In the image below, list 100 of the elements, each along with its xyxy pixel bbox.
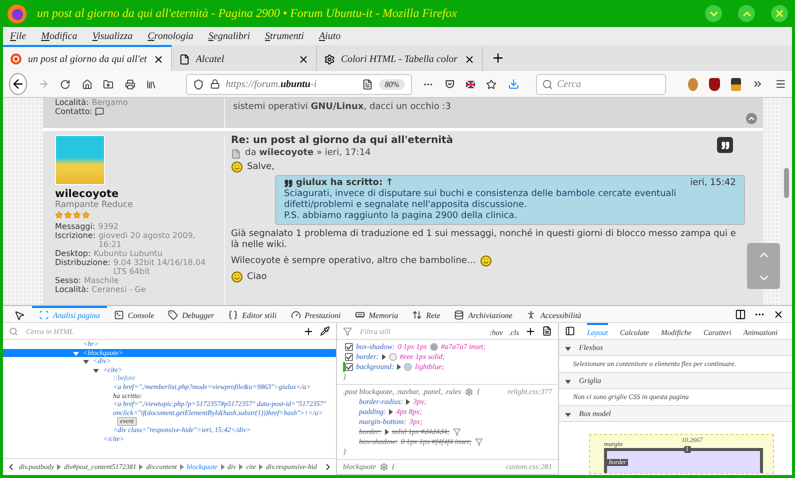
- eyedropper-icon[interactable]: [320, 326, 330, 336]
- home-icon[interactable]: [82, 78, 92, 90]
- field-value: 9.04 32bit 14/16/18.04 LTS 64bit: [113, 258, 207, 276]
- smiley-icon: [231, 271, 243, 283]
- document-icon[interactable]: [542, 326, 552, 336]
- shield-icon[interactable]: [192, 78, 204, 90]
- shield-icon[interactable]: [709, 78, 720, 90]
- search-field[interactable]: Cerca: [536, 74, 666, 94]
- closing-text: Ciao: [247, 272, 267, 282]
- extension-icon[interactable]: [730, 78, 742, 90]
- expand-arrow-icon[interactable]: [565, 380, 571, 384]
- devtools-tab[interactable]: Prestazioni: [284, 306, 348, 322]
- quote-author[interactable]: giulux ha scritto: ↑: [296, 178, 394, 189]
- memory-chip-icon: [354, 310, 365, 320]
- field-value: Bergamo: [92, 98, 129, 107]
- field-value: giovedì 20 agosto 2009, 16:21: [98, 231, 196, 249]
- folder-icon[interactable]: [103, 78, 114, 90]
- menu-item[interactable]: Visualizza: [92, 30, 133, 42]
- menu-item[interactable]: Strumenti: [265, 30, 304, 42]
- up-down-arrows-icon: [412, 310, 422, 320]
- menu-item[interactable]: Modifica: [41, 30, 78, 42]
- devtools-tab[interactable]: Accessibilità: [519, 306, 588, 322]
- database-icon: [454, 310, 464, 320]
- field-label: Sesso:: [55, 276, 81, 285]
- flag-icon[interactable]: [466, 80, 476, 88]
- gauge-icon: [290, 310, 301, 320]
- devtools-tab[interactable]: Editor stili: [221, 306, 284, 322]
- menu-item[interactable]: Segnalibri: [208, 30, 250, 42]
- field-value: Maschile: [84, 276, 120, 285]
- gear-icon[interactable]: [380, 463, 388, 471]
- url-text: https://forum.ubuntu-i: [226, 78, 317, 90]
- download-icon[interactable]: [508, 77, 519, 91]
- sidebar-toggle-icon[interactable]: [565, 326, 575, 336]
- post-title[interactable]: Re: un post al giorno da qui all'eternità: [231, 135, 745, 146]
- devtools-tab[interactable]: Memoria: [348, 306, 406, 322]
- devtools-tab[interactable]: Archiviazione: [447, 306, 520, 322]
- menu-icon[interactable]: [774, 77, 786, 91]
- scan-frame-icon: [39, 310, 49, 320]
- close-button[interactable]: [771, 5, 788, 22]
- pocket-icon[interactable]: [444, 78, 455, 90]
- field-value: Ceranesi - Ge: [92, 285, 147, 294]
- smiley-icon: [231, 161, 243, 173]
- browser-tab[interactable]: un post al giorno da qui all'et: [3, 45, 172, 71]
- add-node-icon[interactable]: [303, 326, 314, 336]
- avatar-picture: [55, 135, 105, 185]
- devtools-tab[interactable]: Debugger: [161, 306, 222, 322]
- document-icon: [231, 148, 241, 158]
- back-button[interactable]: [9, 73, 28, 95]
- signature-text: sistemi operativi GNU/Linux, dacci un occhio :3: [232, 101, 452, 114]
- close-tab-icon[interactable]: [298, 54, 309, 64]
- quote-text: Sciagurati, invece di disputare sui buchi e consistenza delle bambole cercate eventuali difetti/problemi e segnalate nell'apposita discussione.: [284, 189, 678, 211]
- filter-icon[interactable]: [452, 428, 461, 436]
- reload-icon[interactable]: [60, 78, 71, 90]
- gear-icon: [324, 54, 335, 64]
- gear-icon[interactable]: [465, 388, 474, 396]
- color-swatch[interactable]: [388, 353, 397, 361]
- field-value: 9392: [98, 222, 120, 231]
- devtools-tab[interactable]: Console: [106, 306, 162, 322]
- new-tab-icon[interactable]: [490, 51, 505, 65]
- address-bar[interactable]: https://forum.ubuntu-i 80%: [186, 74, 412, 94]
- expand-arrow-icon[interactable]: [389, 409, 394, 415]
- chat-bubble-icon[interactable]: [95, 107, 104, 116]
- quote-button[interactable]: [717, 137, 733, 153]
- add-rule-icon[interactable]: [525, 326, 536, 336]
- menu-item[interactable]: File: [10, 30, 26, 42]
- close-tab-icon[interactable]: [464, 54, 475, 64]
- post-paragraph: Già segnalato 1 problema di traduzione ed 1 sui messaggi, nonché in questi giorni di blocco messo zampa qui e là nelle wiki.: [231, 229, 737, 251]
- quote-time: ieri, 15:42: [690, 178, 736, 189]
- element-picker-icon[interactable]: [14, 310, 25, 320]
- devtools-tab[interactable]: Rete: [405, 306, 448, 322]
- quote-mark-icon: [284, 179, 293, 188]
- expand-arrow-icon[interactable]: [565, 347, 571, 351]
- quote-mark-icon[interactable]: [720, 140, 730, 150]
- field-value: Kubuntu Lubuntu: [94, 249, 164, 258]
- close-icon[interactable]: [773, 308, 784, 320]
- page-icon: [178, 54, 190, 64]
- greeting-text: Salve,: [247, 162, 274, 172]
- window-title: un post al giorno da qui all'eternità - Pagina 2900 • Forum Ubuntu-it - Mozilla Firefox: [37, 6, 458, 21]
- user-rank: Rampante Reduce: [55, 200, 134, 210]
- zoom-level[interactable]: 80%: [378, 78, 406, 90]
- lock-icon: [210, 79, 220, 89]
- expand-arrow-icon[interactable]: [406, 399, 410, 405]
- menu-item[interactable]: Aiuto: [318, 30, 341, 42]
- menu-item[interactable]: Cronologia: [148, 30, 194, 42]
- field-label: Contatto:: [55, 107, 92, 116]
- reader-view-icon[interactable]: [362, 78, 373, 90]
- color-swatch[interactable]: [404, 363, 412, 371]
- author-name[interactable]: wilecoyote: [55, 188, 220, 200]
- close-tab-icon[interactable]: [152, 54, 164, 64]
- filter-icon[interactable]: [474, 438, 483, 446]
- expand-arrow-icon[interactable]: [384, 429, 389, 435]
- bookmark-star-icon[interactable]: [486, 78, 497, 90]
- color-swatch[interactable]: [430, 343, 438, 351]
- post-paragraph: Wilecoyote è sempre operativo, altro che bamboline…: [231, 256, 476, 266]
- dock-icon[interactable]: [735, 308, 746, 320]
- expand-arrow-icon[interactable]: [382, 354, 386, 360]
- printer-icon[interactable]: [124, 78, 136, 90]
- expand-arrow-icon[interactable]: [565, 413, 571, 417]
- terminal-icon: [114, 310, 124, 320]
- library-icon[interactable]: [146, 78, 157, 90]
